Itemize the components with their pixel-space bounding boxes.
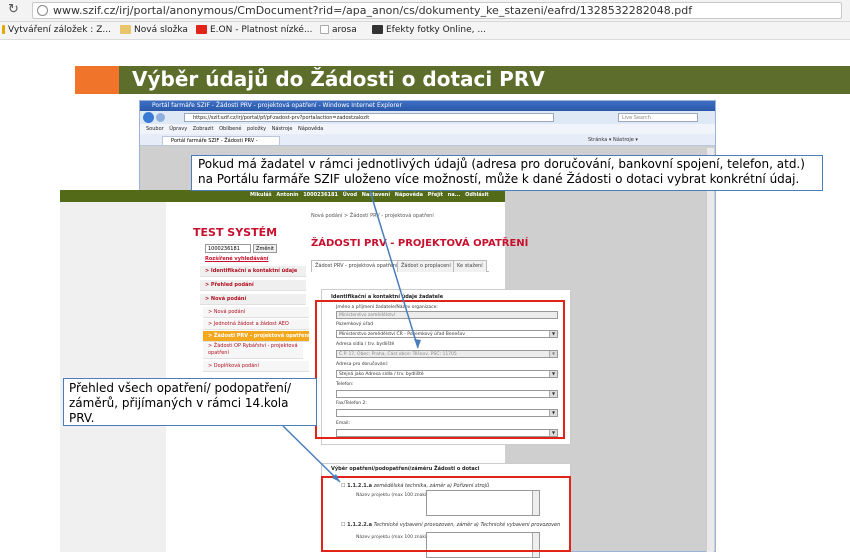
change-button[interactable]: Změnit bbox=[253, 244, 277, 253]
url-field[interactable]: www.szif.cz/irj/portal/anonymous/CmDocum… bbox=[32, 2, 842, 19]
bookmarks-bar: Vytváření záložek : Z... Nová složka E.O… bbox=[0, 22, 850, 40]
bookmark-label: E.ON - Platnost nízké... bbox=[210, 25, 313, 35]
bookmark-label: Vytváření záložek : Z... bbox=[8, 25, 111, 35]
measures-section-title: Výběr opatření/podopatření/záměru Žádost… bbox=[331, 466, 480, 472]
bookmark-icon bbox=[2, 25, 5, 34]
ie-tab[interactable]: Portál farmáře SZIF - Žádosti PRV - proj… bbox=[162, 136, 280, 153]
slide-title: Výběr údajů do Žádosti o dotaci PRV bbox=[132, 67, 545, 91]
breadcrumb[interactable]: Nová podání > Žádosti PRV - projektová o… bbox=[311, 213, 434, 219]
ie-tools[interactable]: Stránka ▾ Nástroje ▾ bbox=[588, 137, 638, 143]
nav-item[interactable]: > Nová podání bbox=[200, 294, 306, 305]
forward-icon[interactable] bbox=[156, 113, 165, 122]
ie-scrollbar[interactable] bbox=[706, 148, 714, 552]
portal-topnav[interactable]: Mikuláš Antonín 1000236181 Úvod Nastaven… bbox=[250, 192, 489, 198]
ie-menu-bar[interactable]: Soubor Úpravy Zobrazit Oblíbené položky … bbox=[140, 124, 715, 134]
id-input[interactable]: 1000236181 bbox=[205, 244, 251, 253]
system-title: TEST SYSTÉM bbox=[193, 226, 278, 239]
tab-zadost[interactable]: Žádost PRV - projektová opatření bbox=[311, 260, 402, 272]
nav-item[interactable]: > Žádosti OP Rybářství - projektová opat… bbox=[203, 343, 303, 359]
globe-icon bbox=[37, 5, 48, 16]
nav-item[interactable]: > Přehled podání bbox=[200, 280, 306, 291]
bookmark-label: Nová složka bbox=[134, 25, 188, 35]
bookmark-item[interactable]: Nová složka bbox=[120, 25, 188, 35]
ie-search-input[interactable]: Live Search bbox=[618, 113, 698, 122]
callout-bottom: Přehled všech opatření/ podopatření/ zám… bbox=[63, 378, 317, 426]
page-heading: ŽÁDOSTI PRV - PROJEKTOVÁ OPATŘENÍ bbox=[311, 238, 529, 249]
nav-item[interactable]: > Identifikační a kontaktní údaje bbox=[200, 266, 306, 277]
bookmark-label: Efekty fotky Online, ... bbox=[386, 25, 486, 35]
nav-item[interactable]: > Nová podání bbox=[203, 307, 309, 318]
url-text: www.szif.cz/irj/portal/anonymous/CmDocum… bbox=[53, 4, 693, 17]
folder-icon bbox=[120, 25, 131, 34]
slide-accent bbox=[75, 66, 119, 94]
callout-top: Pokud má žadatel v rámci jednotlivých úd… bbox=[191, 155, 823, 191]
page-icon bbox=[320, 25, 329, 34]
bookmark-label: arosa bbox=[332, 25, 357, 35]
ie-title: Portál farmáře SZIF - Žádosti PRV - proj… bbox=[140, 101, 715, 111]
address-bar: ↻ www.szif.cz/irj/portal/anonymous/CmDoc… bbox=[0, 0, 850, 22]
bookmark-item[interactable]: arosa bbox=[320, 25, 357, 35]
nav-item[interactable]: > Jednotná žádost a žádost AEO bbox=[203, 319, 309, 330]
left-column bbox=[60, 202, 166, 552]
ie-url-field[interactable]: https://szif.szif.cz/irj/portal/pf/pf-za… bbox=[184, 113, 554, 122]
extended-search-link[interactable]: Rozšířené vyhledávání bbox=[205, 256, 268, 262]
tab-ke-stazeni[interactable]: Ke stažení bbox=[453, 260, 487, 272]
eon-icon bbox=[196, 25, 207, 34]
highlight-box bbox=[321, 476, 571, 552]
bookmark-item[interactable]: Vytváření záložek : Z... bbox=[2, 25, 111, 35]
bookmark-item[interactable]: E.ON - Platnost nízké... bbox=[196, 25, 313, 35]
page-tabs: Žádost PRV - projektová opatření Žádost … bbox=[311, 260, 489, 272]
nav-item[interactable]: > Doplňková podání bbox=[203, 361, 309, 372]
highlight-box bbox=[315, 300, 565, 439]
bookmark-item[interactable]: Efekty fotky Online, ... bbox=[372, 25, 486, 35]
reload-icon[interactable]: ↻ bbox=[8, 2, 22, 18]
photo-icon bbox=[372, 25, 383, 34]
nav-item-selected[interactable]: > Žádosti PRV - projektová opatření bbox=[203, 331, 310, 342]
tab-proplaceni[interactable]: Žádost o proplacení bbox=[397, 260, 455, 272]
back-icon[interactable] bbox=[143, 112, 154, 123]
